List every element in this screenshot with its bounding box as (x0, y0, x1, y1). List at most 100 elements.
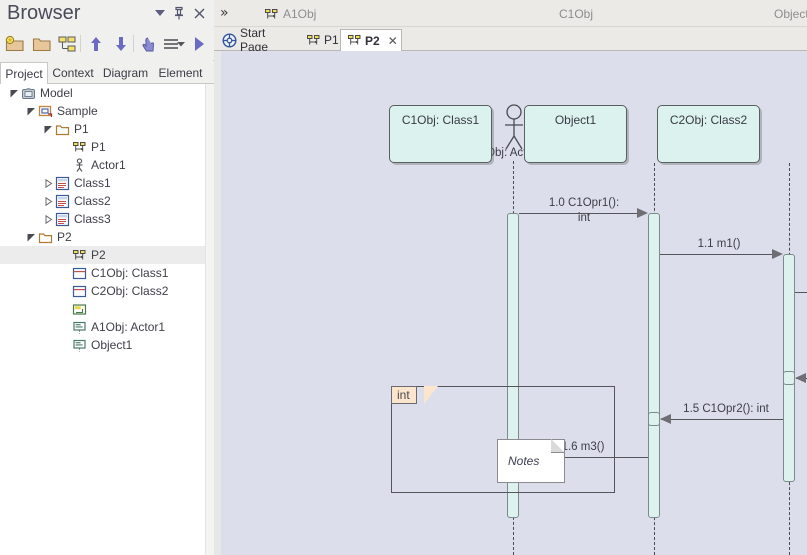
note-fold-edge (551, 439, 565, 453)
tree-item-a1obj-actor1[interactable]: A1Obj: Actor1 (0, 318, 205, 336)
document-tab-p1[interactable]: P1 (300, 29, 340, 51)
fragment-operator-label: int (391, 386, 417, 404)
tree-twisty-closed-icon[interactable] (42, 174, 54, 192)
sequence-icon (347, 33, 362, 48)
return-stub-1-5 (648, 412, 660, 426)
context-breadcrumb-bar: » A1ObjC1ObjObject1C2Obj (214, 0, 807, 27)
lifeline-label-C2Obj: C2Obj: Class2 (669, 113, 748, 127)
message-line-1-5[interactable] (661, 419, 783, 420)
message-line-1-1[interactable] (660, 254, 778, 255)
tree-item-label: Sample (57, 104, 98, 118)
context-item-label: A1Obj (283, 7, 317, 21)
lifeline-label-Object1: Object1 (554, 113, 597, 127)
folder-icon[interactable] (30, 32, 54, 56)
tree-item-c2obj-class2[interactable]: C2Obj: Class2 (0, 282, 205, 300)
context-item-label: C1Obj (559, 7, 594, 21)
tree-item-class1[interactable]: Class1 (0, 174, 205, 192)
return-stub-1-4 (783, 371, 795, 385)
document-tab-p2[interactable]: P2 ✕ (340, 29, 402, 52)
context-item-label: Object1 (774, 7, 807, 21)
tree-item-p2[interactable]: P2 (0, 246, 205, 264)
tree-item-c1obj-class1[interactable]: C1Obj: Class1 (0, 264, 205, 282)
tree-item-object1[interactable]: Object1 (0, 336, 205, 354)
tree-item-actor1[interactable]: Actor1 (0, 156, 205, 174)
tree-item-class3[interactable]: Class3 (0, 210, 205, 228)
lifeline-icon (71, 336, 88, 354)
context-item-object1[interactable]: Object1 (774, 5, 807, 23)
activation-Object1[interactable] (783, 254, 795, 482)
object-icon (71, 282, 88, 300)
toolbar-divider (80, 35, 81, 52)
tree-item-unnamed-12[interactable] (0, 300, 205, 318)
document-tab-close-icon[interactable]: ✕ (388, 34, 398, 48)
class-icon (54, 210, 71, 228)
project-tree[interactable]: Model Sample P1 P1 Actor1 Class1 Class2 Class3 P… (0, 84, 205, 555)
package-icon (54, 120, 71, 138)
tree-item-label: Actor1 (91, 158, 126, 172)
toolbar-divider-2 (133, 35, 134, 52)
lifeline-box-C1Obj[interactable]: C1Obj: Class1 (389, 105, 492, 163)
message-label-1-1: 1.1 m1() (697, 238, 741, 250)
tree-twisty-closed-icon[interactable] (42, 210, 54, 228)
tree-item-label: Class3 (74, 212, 111, 226)
tree-twisty-spacer (59, 138, 71, 156)
context-item-c1obj[interactable]: C1Obj (559, 5, 593, 23)
chevron-down-icon[interactable] (152, 5, 168, 21)
browser-tab-strip: Project Context Diagram Element (0, 61, 214, 85)
diagram-canvas[interactable]: A1Obj: Actor1 C1Obj: Class1 Object1 C2Ob… (214, 51, 807, 555)
tree-item-label: C2Obj: Class2 (91, 284, 169, 298)
tree-item-label: C1Obj: Class1 (91, 266, 169, 280)
tree-twisty-open-icon[interactable] (42, 120, 54, 138)
browser-tab-element[interactable]: Element (153, 61, 208, 84)
browser-tab-diagram[interactable]: Diagram (98, 61, 153, 84)
lifeline-box-C2Obj[interactable]: C2Obj: Class2 (657, 105, 760, 163)
message-label-1-2: 1.2 C2Opr1(): int (795, 276, 807, 288)
page-title: Browser (7, 2, 81, 24)
browser-title-bar: Browser (0, 0, 214, 28)
tree-item-class2[interactable]: Class2 (0, 192, 205, 210)
overflow-chevrons-icon[interactable]: » (220, 5, 229, 21)
start-page-icon (222, 32, 237, 48)
tree-item-p1[interactable]: P1 (0, 120, 205, 138)
class-icon (54, 174, 71, 192)
diagram-icon[interactable] (55, 32, 79, 56)
browser-tab-label: Project (5, 66, 43, 81)
tree-twisty-open-icon[interactable] (25, 102, 37, 120)
arrow-up-icon[interactable] (84, 32, 108, 56)
tree-twisty-open-icon[interactable] (8, 84, 20, 102)
tree-twisty-open-icon[interactable] (25, 228, 37, 246)
tree-twisty-closed-icon[interactable] (42, 192, 54, 210)
editor-area: » A1ObjC1ObjObject1C2Obj Start PageP1P2✕… (214, 0, 807, 555)
document-tab-strip: Start Page P1 P2 ✕ (214, 26, 807, 54)
document-tab-label: P1 (324, 33, 339, 47)
close-icon[interactable] (191, 5, 207, 21)
arrow-down-icon[interactable] (109, 32, 133, 56)
tree-item-label: Object1 (91, 338, 133, 352)
activation-C1Obj[interactable] (648, 213, 660, 518)
tree-item-model[interactable]: Model (0, 84, 205, 102)
context-item-a1obj[interactable]: A1Obj (264, 5, 316, 23)
lifeline-box-Object1[interactable]: Object1 (524, 105, 627, 163)
tree-item-label: Class1 (74, 176, 111, 190)
tree-item-sample[interactable]: Sample (0, 102, 205, 120)
browser-tab-project[interactable]: Project (0, 62, 48, 85)
browser-toolbar (0, 28, 214, 60)
chevron-down-small-icon[interactable] (176, 32, 186, 56)
tree-twisty-spacer (59, 318, 71, 336)
tree-item-p1[interactable]: P1 (0, 138, 205, 156)
note-text: Notes (508, 454, 540, 468)
new-folder-icon[interactable] (3, 32, 27, 56)
browser-tab-context[interactable]: Context (48, 61, 98, 84)
package-icon (37, 228, 54, 246)
document-tab-start-page[interactable]: Start Page (216, 26, 300, 54)
hand-pointer-icon[interactable] (137, 32, 161, 56)
browser-tab-label: Element (158, 65, 203, 80)
tree-item-label: P1 (91, 140, 106, 154)
pin-icon[interactable] (171, 5, 187, 21)
message-line-1-2[interactable] (795, 292, 807, 293)
tree-item-p2[interactable]: P2 (0, 228, 205, 246)
message-arrowhead-1-1 (772, 249, 783, 259)
browser-vertical-scrollbar[interactable] (205, 84, 214, 555)
play-right-icon[interactable] (187, 32, 211, 56)
lifeline-icon (71, 318, 88, 336)
